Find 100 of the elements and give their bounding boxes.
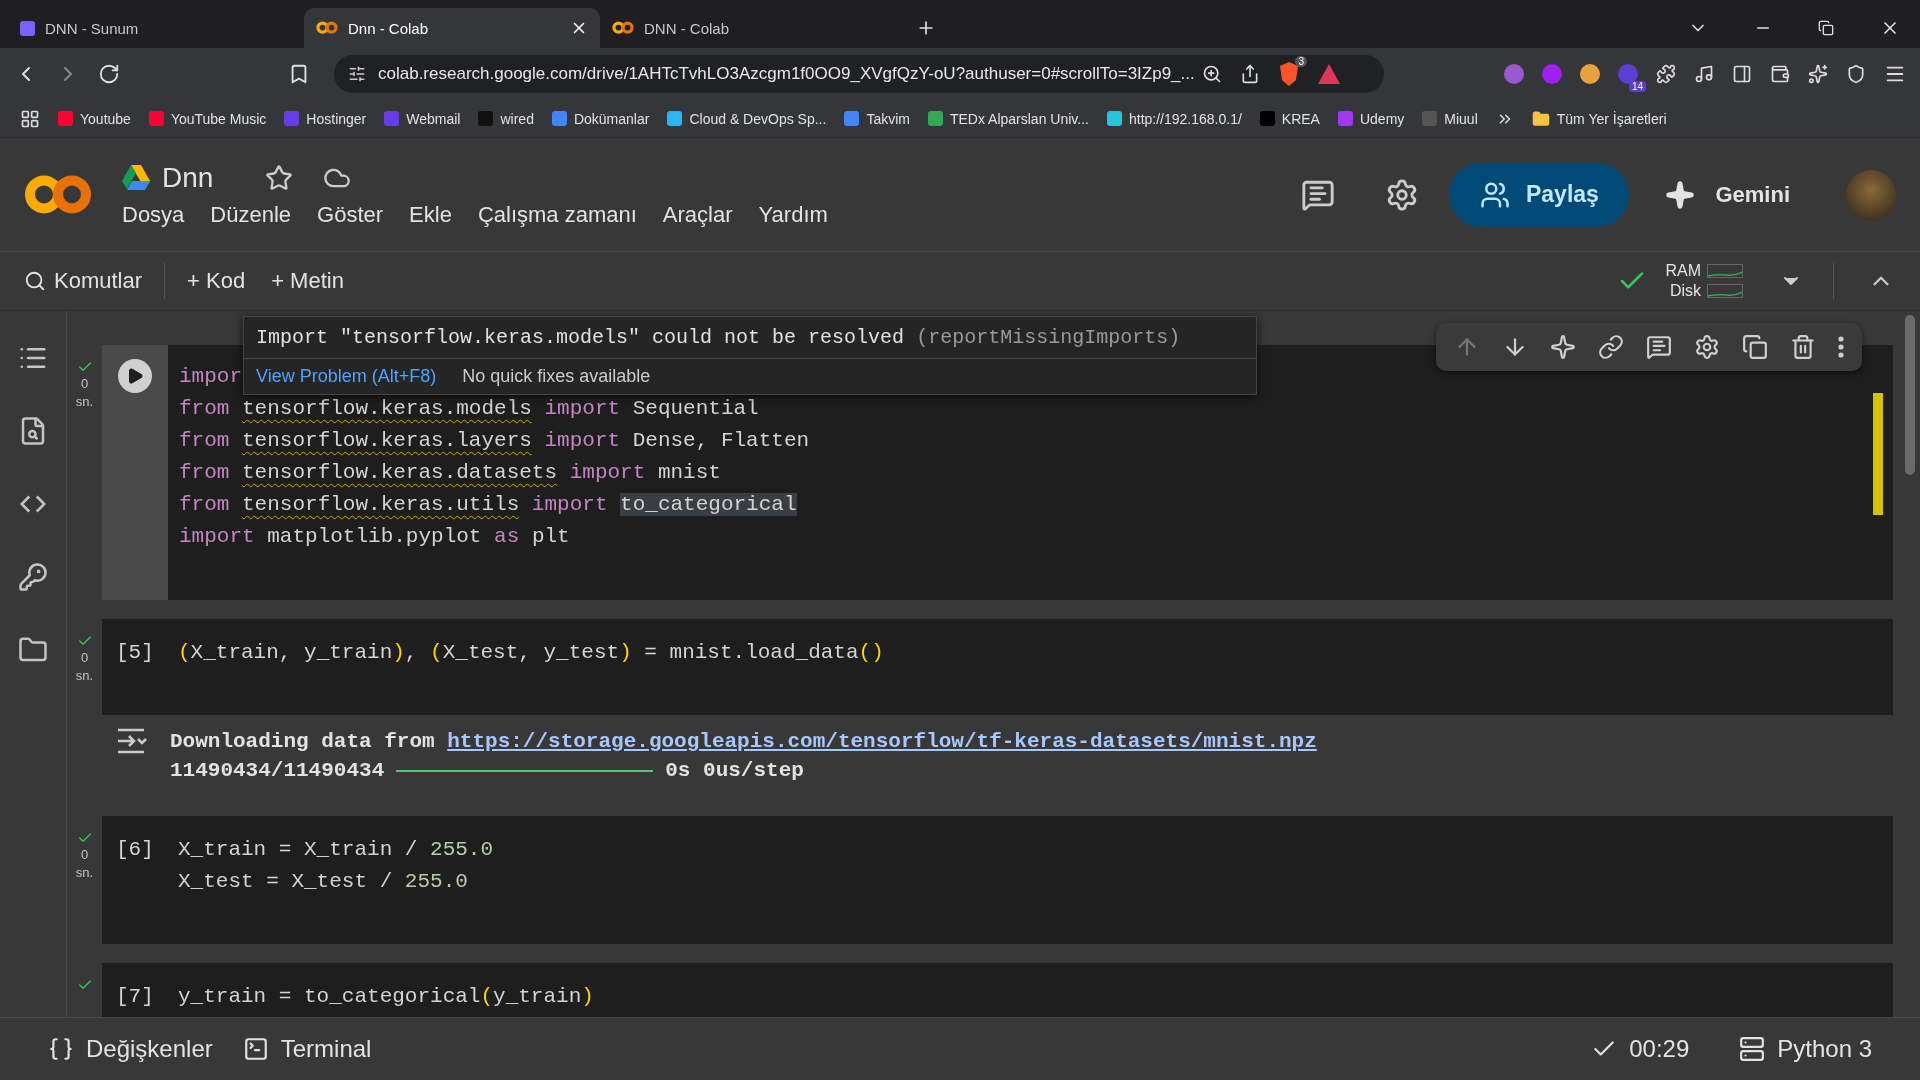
link-icon: [1598, 334, 1624, 360]
bookmark-link[interactable]: Dokümanlar: [573, 110, 650, 127]
puzzle-icon[interactable]: [1656, 64, 1676, 84]
code-line: from tensorflow.keras.datasets import mnist: [179, 460, 721, 486]
count-badge: 14: [1628, 81, 1646, 92]
run-time: 0: [80, 649, 89, 667]
star-icon[interactable]: [265, 163, 294, 192]
key-icon[interactable]: [18, 562, 48, 592]
bookmark-link[interactable]: wired: [500, 110, 534, 127]
more-icon: [1838, 336, 1844, 358]
menu-item[interactable]: Çalışma zamanı: [477, 201, 637, 228]
triangle-icon[interactable]: [1318, 64, 1340, 84]
music-icon[interactable]: [1694, 64, 1714, 84]
download-link[interactable]: https://storage.googleapis.com/tensorflow/tf-keras-datasets/mnist.npz: [447, 730, 1317, 753]
sparkle-button[interactable]: [1550, 334, 1576, 360]
bookmark-link[interactable]: KREA: [1281, 110, 1320, 127]
drive-icon: [122, 165, 150, 190]
menu-item[interactable]: Dosya: [122, 201, 185, 228]
slides-icon: [20, 20, 35, 36]
share-button[interactable]: Paylaş: [1449, 162, 1630, 227]
add-code-button[interactable]: + Kod: [183, 268, 250, 294]
apps-icon[interactable]: [20, 108, 40, 129]
cell-prompt: [5]: [116, 640, 155, 666]
extension-icon[interactable]: [1504, 64, 1524, 84]
code-line: y_train = to_categorical(y_train): [178, 984, 594, 1010]
bookmark-link[interactable]: Webmail: [406, 110, 461, 127]
settings-button[interactable]: [1694, 334, 1720, 360]
wallet-icon[interactable]: [1770, 64, 1790, 84]
run-time-unit: sn.: [75, 393, 94, 411]
code-line: X_test = X_test / 255.0: [178, 869, 468, 895]
trash-button[interactable]: [1790, 334, 1816, 360]
browser-tab[interactable]: DNN - Colab: [600, 8, 896, 48]
variables-button[interactable]: Değişkenler: [48, 1035, 213, 1063]
shield-icon[interactable]: [1846, 64, 1866, 84]
menu-item[interactable]: Araçlar: [662, 201, 733, 228]
comment-button[interactable]: [1646, 334, 1672, 360]
add-text-button[interactable]: + Metin: [267, 268, 348, 294]
settings-icon: [1694, 334, 1720, 360]
bookmark-link[interactable]: Takvim: [866, 110, 910, 127]
bookmark-link[interactable]: YouTube Music: [170, 110, 267, 127]
colab-icon: [316, 21, 338, 35]
terminal-button[interactable]: Terminal: [242, 1035, 372, 1063]
run-time: 0: [80, 846, 89, 864]
menu-item[interactable]: Yardım: [758, 201, 828, 228]
lion-shield-icon[interactable]: [1278, 62, 1300, 86]
code-line: from tensorflow.keras.models import Sequential: [179, 396, 759, 422]
zoom-icon[interactable]: [1202, 64, 1222, 84]
ram-graph-icon: [1707, 264, 1743, 278]
sidebar-icon[interactable]: [1732, 64, 1752, 84]
bookmark-link[interactable]: Hostinger: [306, 110, 367, 127]
output-toggle-icon[interactable]: [116, 727, 148, 755]
elapsed-time: 00:29: [1629, 1035, 1690, 1063]
comment-icon: [1646, 334, 1672, 360]
view-problem-link[interactable]: View Problem (Alt+F8): [256, 366, 437, 387]
quick-fix-note: No quick fixes available: [462, 366, 651, 387]
browser-tab[interactable]: DNN - Sunum: [8, 8, 304, 48]
disk-graph-icon: [1707, 284, 1743, 298]
run-button[interactable]: [118, 359, 152, 393]
restore-icon[interactable]: [1818, 20, 1834, 36]
menu-item[interactable]: Düzenle: [210, 201, 292, 228]
sparkle-icon: [1550, 334, 1576, 360]
play-icon: [126, 367, 144, 385]
copy-button[interactable]: [1742, 334, 1768, 360]
bookmark-folder[interactable]: Tüm Yer İşaretleri: [1556, 110, 1667, 127]
more-button[interactable]: [1838, 336, 1844, 358]
bookmark-link[interactable]: Miuul: [1444, 110, 1478, 127]
commands-button[interactable]: Komutlar: [20, 268, 147, 294]
terminal-icon: [242, 1036, 269, 1062]
bookmark-link[interactable]: Udemy: [1359, 110, 1405, 127]
bookmark-link[interactable]: TEDx Alparslan Univ...: [949, 110, 1089, 127]
cell-prompt: [7]: [116, 984, 155, 1010]
sparkles-icon[interactable]: [1808, 64, 1828, 84]
notebook-title[interactable]: Dnn: [162, 161, 214, 194]
trash-icon: [1790, 334, 1816, 360]
link-button[interactable]: [1598, 334, 1624, 360]
runtime-button[interactable]: Python 3: [1739, 1035, 1872, 1063]
code-line: X_train = X_train / 255.0: [178, 837, 494, 863]
menu-item[interactable]: Ekle: [409, 201, 452, 228]
code-line: (X_train, y_train), (X_test, y_test) = mnist.load_data(): [178, 640, 884, 666]
reload-icon[interactable]: [98, 63, 120, 85]
scrollbar-thumb[interactable]: [1905, 315, 1915, 475]
menu-item[interactable]: Göster: [317, 201, 384, 228]
run-time-unit: sn.: [75, 667, 94, 685]
extension-icon[interactable]: [1580, 64, 1600, 84]
search-icon: [24, 270, 46, 292]
share-icon[interactable]: [1240, 64, 1260, 84]
bookmark-link[interactable]: http://192.168.0.1/: [1128, 110, 1242, 127]
sparkle-icon: [1665, 179, 1696, 210]
run-time-unit: sn.: [75, 864, 94, 882]
code-line: from tensorflow.keras.layers import Dense, Flatten: [179, 428, 810, 454]
ram-label: RAM: [1665, 262, 1701, 280]
output-speed: 0s 0us/step: [665, 758, 804, 784]
browser-tab[interactable]: Dnn - Colab: [304, 8, 600, 48]
gemini-button[interactable]: Gemini: [1659, 178, 1796, 211]
tune-icon[interactable]: [348, 65, 366, 83]
braces-icon: [48, 1036, 74, 1062]
code-line: from tensorflow.keras.utils import to_categorical: [179, 492, 797, 518]
bookmark-link[interactable]: Youtube: [80, 110, 131, 127]
bookmark-link[interactable]: Cloud & DevOps Sp...: [689, 110, 827, 127]
code-line: impor: [179, 364, 242, 390]
